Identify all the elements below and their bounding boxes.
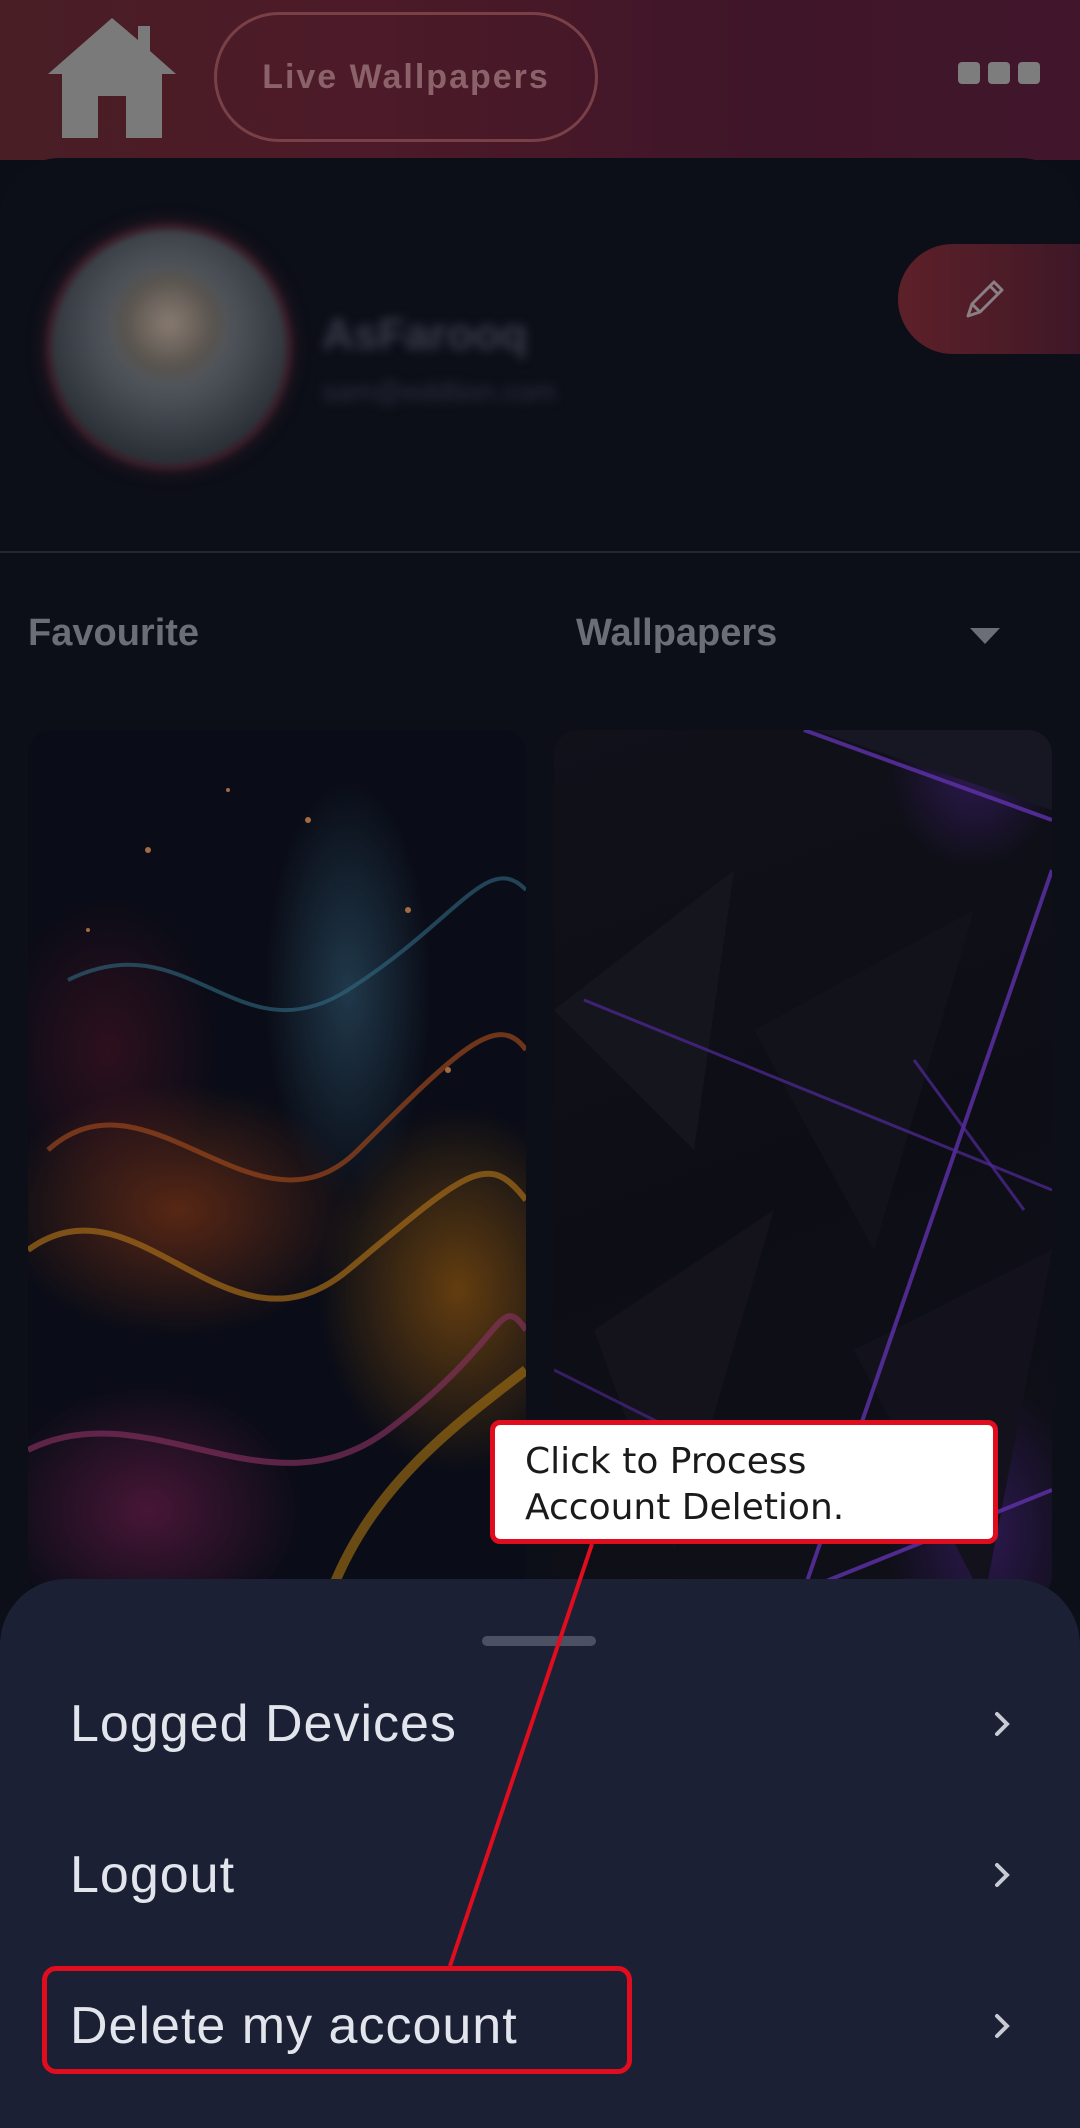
avatar-photo <box>110 270 228 388</box>
sheet-item-label: Logged Devices <box>70 1695 457 1753</box>
sheet-item-label: Logout <box>70 1846 236 1904</box>
top-bar: Live Wallpapers <box>0 0 1080 160</box>
chevron-right-icon <box>995 1712 1010 1736</box>
edit-profile-button[interactable] <box>898 244 1080 354</box>
home-icon[interactable] <box>42 12 182 144</box>
wallpaper-card-abstract-smoke[interactable] <box>28 730 526 1600</box>
tab-wallpapers[interactable]: Wallpapers <box>576 612 777 655</box>
chevron-down-icon[interactable] <box>970 628 1000 644</box>
divider <box>0 551 1080 553</box>
live-wallpapers-label: Live Wallpapers <box>262 57 550 96</box>
chevron-right-icon <box>995 2014 1010 2038</box>
sheet-drag-handle[interactable] <box>482 1636 596 1646</box>
live-wallpapers-button[interactable]: Live Wallpapers <box>214 12 598 142</box>
dot <box>1018 62 1040 84</box>
dot <box>988 62 1010 84</box>
annotation-highlight-box <box>42 1966 632 2074</box>
tab-favourite[interactable]: Favourite <box>28 612 199 655</box>
dot <box>958 62 980 84</box>
sheet-item-logout[interactable]: Logout <box>0 1805 1080 1945</box>
profile-email: sam@eddtion.com <box>322 376 556 407</box>
annotation-callout: Click to Process Account Deletion. <box>490 1420 998 1544</box>
chevron-right-icon <box>995 1863 1010 1887</box>
more-dots-icon[interactable] <box>958 62 1040 90</box>
sheet-item-logged-devices[interactable]: Logged Devices <box>0 1654 1080 1794</box>
dim-overlay <box>28 730 526 1600</box>
profile-name: AsFarooq <box>322 310 528 359</box>
pencil-icon <box>966 280 1004 318</box>
